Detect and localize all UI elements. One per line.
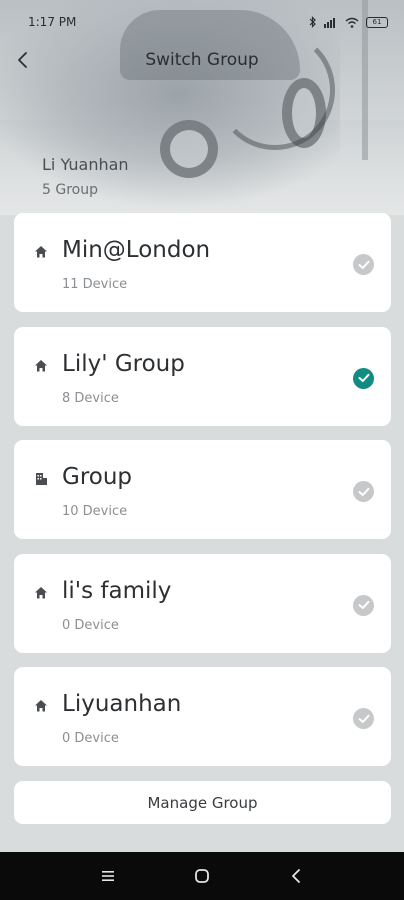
- selected-check-icon[interactable]: [353, 367, 374, 389]
- user-info: Li Yuanhan 5 Group: [42, 155, 129, 198]
- system-back-button[interactable]: [284, 864, 308, 888]
- top-nav-bar: Switch Group: [0, 40, 404, 80]
- status-icons: 61: [309, 16, 388, 28]
- home-circle-icon: [195, 869, 209, 883]
- bluetooth-icon: [309, 16, 316, 28]
- menu-icon: [102, 871, 114, 881]
- home-icon: [35, 586, 47, 598]
- home-button[interactable]: [190, 864, 214, 888]
- wifi-icon: [345, 17, 359, 28]
- group-device-count: 0 Device: [62, 731, 119, 746]
- system-navigation-bar: [0, 852, 404, 900]
- battery-level: 61: [372, 17, 382, 26]
- chevron-left-icon: [292, 869, 300, 883]
- back-button[interactable]: [8, 46, 36, 74]
- user-group-count: 5 Group: [42, 182, 98, 198]
- check-icon[interactable]: [353, 594, 374, 616]
- group-card-lily-group[interactable]: Lily' Group 8 Device: [14, 326, 391, 426]
- group-device-count: 8 Device: [62, 390, 119, 406]
- home-icon: [35, 700, 47, 712]
- group-name: li's family: [62, 577, 172, 604]
- group-device-count: 11 Device: [62, 277, 128, 292]
- page-title: Switch Group: [145, 50, 259, 70]
- group-card-liyuanhan[interactable]: Liyuanhan 0 Device: [14, 667, 391, 766]
- group-device-count: 0 Device: [62, 617, 119, 633]
- battery-icon: 61: [366, 16, 388, 28]
- status-bar: 1:17 PM 61: [0, 0, 404, 44]
- group-card-min-london[interactable]: Min@London 11 Device: [14, 213, 391, 312]
- back-arrow-icon: [18, 52, 27, 68]
- manage-group-label: Manage Group: [147, 793, 258, 812]
- user-name: Li Yuanhan: [42, 155, 129, 174]
- check-icon[interactable]: [353, 254, 374, 275]
- check-icon[interactable]: [353, 481, 374, 502]
- group-name: Liyuanhan: [62, 691, 182, 717]
- menu-button[interactable]: [96, 864, 120, 888]
- home-icon: [35, 246, 47, 258]
- group-device-count: 10 Device: [62, 504, 128, 519]
- check-icon[interactable]: [353, 708, 374, 729]
- signal-icon: [324, 17, 335, 28]
- group-name: Group: [62, 464, 133, 490]
- home-icon: [35, 359, 47, 371]
- building-icon: [36, 473, 47, 485]
- group-list: Min@London 11 Device Lily' Group 8 Devic…: [14, 213, 391, 781]
- group-name: Min@London: [62, 237, 211, 263]
- status-time: 1:17 PM: [28, 15, 77, 29]
- manage-group-button[interactable]: Manage Group: [14, 781, 391, 824]
- group-card-lis-family[interactable]: li's family 0 Device: [14, 553, 391, 653]
- group-name: Lily' Group: [62, 350, 185, 377]
- group-card-group[interactable]: Group 10 Device: [14, 440, 391, 539]
